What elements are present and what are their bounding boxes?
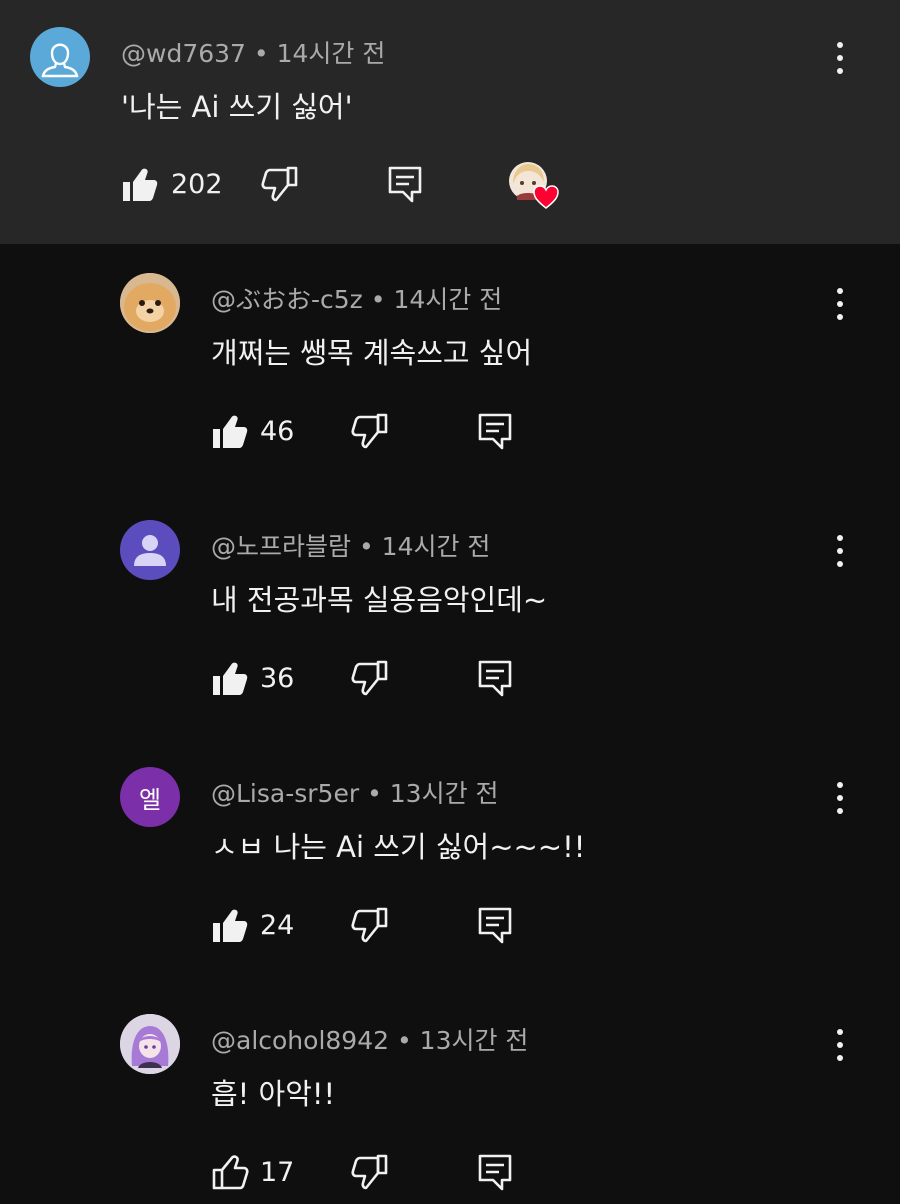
reply-comment-icon	[478, 660, 512, 697]
thumbs-down-icon	[261, 166, 298, 202]
creator-heart-badge[interactable]	[507, 160, 563, 212]
reply-comment-icon	[478, 413, 512, 450]
comment-time[interactable]: 13시간 전	[390, 779, 499, 808]
more-options-icon[interactable]	[825, 778, 855, 818]
reply-comment: 엘 @Lisa-sr5er • 13시간 전 ㅅㅂ 나는 Ai 쓰기 싫어~~~…	[0, 738, 900, 985]
comment-time[interactable]: 13시간 전	[420, 1026, 529, 1055]
comment-meta: @Lisa-sr5er • 13시간 전	[211, 774, 499, 810]
comment-time[interactable]: 14시간 전	[393, 285, 502, 314]
dislike-button[interactable]	[350, 1150, 390, 1194]
meta-separator: •	[358, 532, 374, 561]
reply-comment-icon	[388, 166, 422, 203]
user-avatar[interactable]	[120, 520, 180, 580]
comment-meta: @ぶおお-c5z • 14시간 전	[211, 280, 502, 316]
user-avatar[interactable]	[30, 27, 90, 87]
thumbs-down-icon	[351, 660, 388, 696]
author-handle[interactable]: @노프라블람	[211, 532, 351, 561]
more-options-icon[interactable]	[825, 38, 855, 78]
creator-heart-icon	[509, 162, 559, 209]
reply-comment-icon	[478, 907, 512, 944]
highlighted-comment: @wd7637 • 14시간 전 '나는 Ai 쓰기 싫어' 202	[0, 0, 900, 244]
like-count: 36	[260, 663, 295, 694]
like-button[interactable]	[210, 1150, 250, 1194]
thumbs-up-outline-icon	[212, 1155, 249, 1190]
thumbs-down-icon	[351, 413, 388, 449]
dislike-button[interactable]	[350, 903, 390, 947]
meta-separator: •	[367, 779, 382, 808]
dislike-button[interactable]	[350, 656, 390, 700]
reply-button[interactable]	[475, 1150, 515, 1194]
reply-button[interactable]	[385, 162, 425, 206]
comment-actions: 17	[210, 1150, 530, 1200]
thumbs-up-filled-icon	[213, 415, 248, 448]
reply-button[interactable]	[475, 903, 515, 947]
comment-actions: 46	[210, 409, 530, 459]
comment-actions: 202	[120, 162, 580, 212]
like-button[interactable]	[210, 409, 250, 453]
comment-time[interactable]: 14시간 전	[382, 532, 491, 561]
comment-actions: 24	[210, 903, 530, 953]
author-handle[interactable]: @Lisa-sr5er	[211, 779, 359, 808]
more-options-icon[interactable]	[825, 531, 855, 571]
user-avatar[interactable]	[120, 1014, 180, 1074]
dog-photo-avatar	[120, 273, 180, 333]
like-button[interactable]	[120, 162, 160, 206]
user-avatar[interactable]	[120, 273, 180, 333]
reply-comment: @노프라블람 • 14시간 전 내 전공과목 실용음악인데~ 36	[0, 491, 900, 738]
reply-comment: @alcohol8942 • 13시간 전 흡! 아악!! 17	[0, 985, 900, 1204]
thumbs-up-filled-icon	[213, 662, 248, 695]
comment-text: 개쩌는 쌩목 계속쓰고 싶어	[211, 336, 533, 370]
comment-time[interactable]: 14시간 전	[277, 39, 386, 68]
avatar-letter: 엘	[138, 785, 162, 814]
author-handle[interactable]: @wd7637	[121, 39, 246, 68]
like-count: 17	[260, 1157, 295, 1188]
author-handle[interactable]: @ぶおお-c5z	[211, 285, 363, 314]
comment-text: '나는 Ai 쓰기 싫어'	[121, 90, 353, 124]
reply-button[interactable]	[475, 409, 515, 453]
meta-separator: •	[370, 285, 386, 314]
like-count: 46	[260, 416, 295, 447]
anime-girl-avatar	[120, 1014, 180, 1074]
thumbs-down-icon	[351, 907, 388, 943]
comment-text: 흡! 아악!!	[211, 1077, 336, 1111]
more-options-icon[interactable]	[825, 284, 855, 324]
like-button[interactable]	[210, 656, 250, 700]
like-count: 202	[171, 169, 223, 200]
reply-comment-icon	[478, 1154, 512, 1191]
more-options-icon[interactable]	[825, 1025, 855, 1065]
comment-meta: @alcohol8942 • 13시간 전	[211, 1021, 528, 1057]
default-user-icon	[41, 43, 79, 78]
comment-text: ㅅㅂ 나는 Ai 쓰기 싫어~~~!!	[211, 830, 586, 864]
reply-button[interactable]	[475, 656, 515, 700]
like-button[interactable]	[210, 903, 250, 947]
default-person-avatar	[134, 535, 166, 566]
comment-actions: 36	[210, 656, 530, 706]
thumbs-up-filled-icon	[123, 168, 158, 201]
author-handle[interactable]: @alcohol8942	[211, 1026, 389, 1055]
comment-text: 내 전공과목 실용음악인데~	[211, 583, 548, 617]
like-count: 24	[260, 910, 295, 941]
meta-separator: •	[253, 39, 269, 68]
dislike-button[interactable]	[260, 162, 300, 206]
dislike-button[interactable]	[350, 409, 390, 453]
meta-separator: •	[396, 1026, 412, 1055]
user-avatar[interactable]: 엘	[120, 767, 180, 827]
thumbs-up-filled-icon	[213, 909, 248, 942]
thumbs-down-icon	[351, 1154, 388, 1190]
comment-meta: @wd7637 • 14시간 전	[121, 34, 385, 70]
reply-comment: @ぶおお-c5z • 14시간 전 개쩌는 쌩목 계속쓰고 싶어 46	[0, 244, 900, 491]
comment-meta: @노프라블람 • 14시간 전	[211, 527, 490, 563]
